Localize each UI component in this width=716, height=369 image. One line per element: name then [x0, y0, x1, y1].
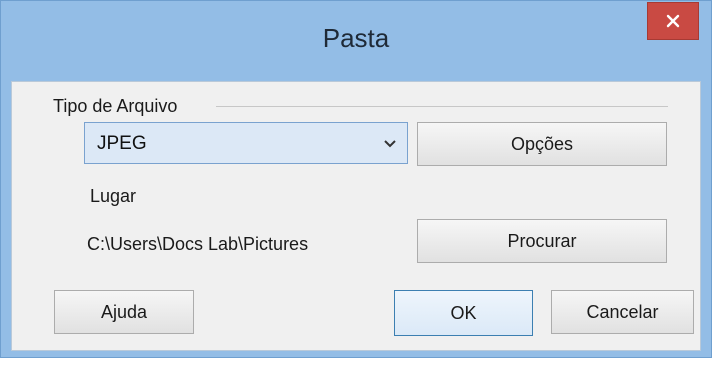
file-type-select[interactable]: JPEG — [84, 122, 408, 164]
location-label: Lugar — [90, 186, 137, 206]
cancel-button[interactable]: Cancelar — [551, 290, 694, 334]
options-button[interactable]: Opções — [417, 122, 667, 166]
chevron-down-icon — [383, 137, 397, 155]
help-button[interactable]: Ajuda — [54, 290, 194, 334]
file-type-group-label: Tipo de Arquivo — [53, 96, 178, 116]
file-type-selected-value: JPEG — [97, 133, 147, 154]
dialog-title: Pasta — [322, 23, 390, 53]
close-icon — [665, 13, 681, 29]
close-button[interactable] — [647, 2, 699, 40]
group-divider — [216, 106, 668, 107]
title-bar[interactable]: Pasta — [1, 1, 711, 81]
ok-button[interactable]: OK — [394, 290, 533, 336]
browse-button[interactable]: Procurar — [417, 219, 667, 263]
location-path: C:\Users\Docs Lab\Pictures — [87, 234, 309, 254]
